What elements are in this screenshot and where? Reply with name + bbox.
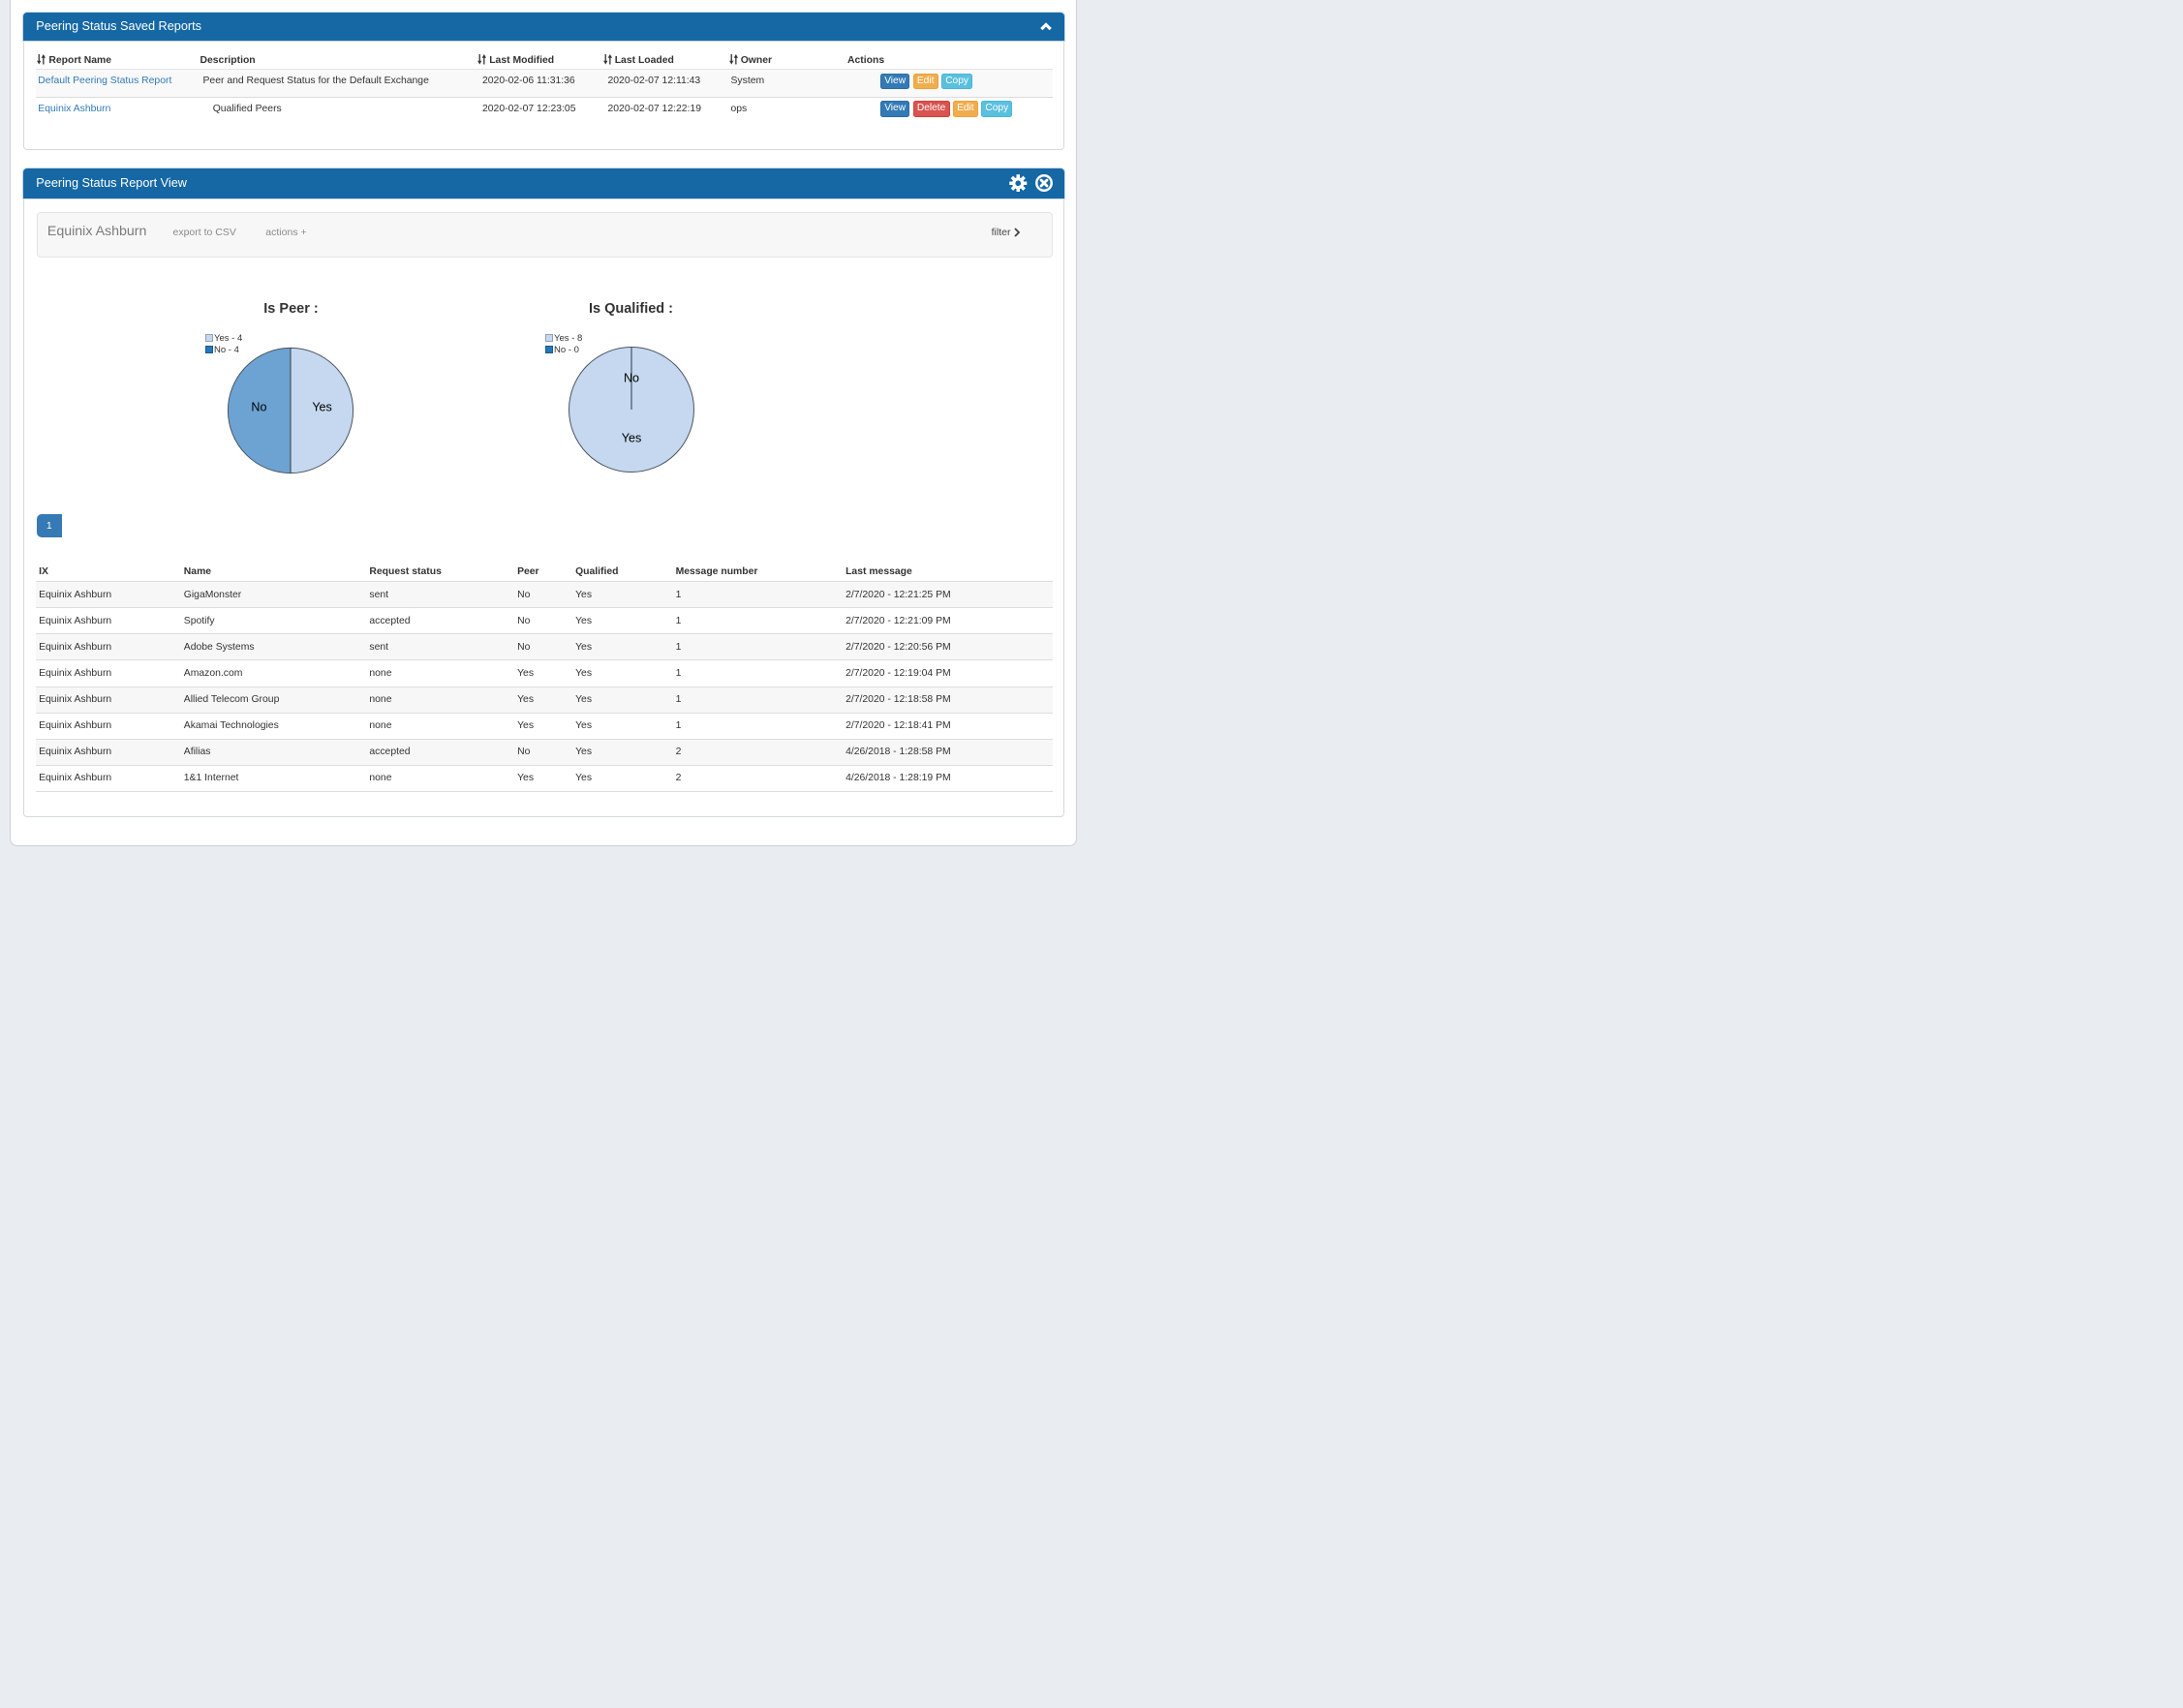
svg-text:Yes: Yes — [312, 400, 332, 413]
svg-text:Yes: Yes — [621, 432, 641, 445]
svg-text:No: No — [251, 400, 266, 413]
svg-text:No: No — [623, 372, 638, 385]
